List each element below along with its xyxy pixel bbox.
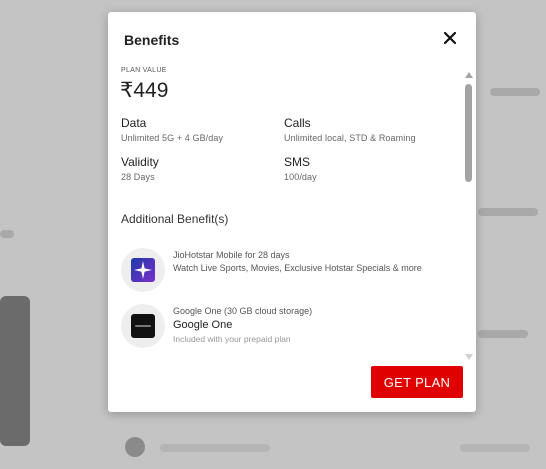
- benefit-name: Google One: [173, 319, 233, 331]
- scrollbar-thumb[interactable]: [465, 84, 472, 182]
- close-icon: [443, 31, 457, 45]
- spec-calls: Calls Unlimited local, STD & Roaming: [284, 116, 416, 143]
- google-one-logo-icon: [131, 314, 155, 338]
- plan-value-label: PLAN VALUE: [121, 67, 167, 74]
- benefit-note: Included with your prepaid plan: [173, 334, 291, 344]
- benefits-modal: Benefits PLAN VALUE ₹449 Data Unlimited …: [108, 12, 476, 412]
- spec-title: SMS: [284, 155, 311, 169]
- bg-placeholder: [125, 437, 145, 457]
- spec-validity: Validity 28 Days: [121, 155, 159, 182]
- spec-sms: SMS 100/day: [284, 155, 317, 182]
- spec-title: Data: [121, 116, 147, 130]
- bg-placeholder: [460, 444, 530, 452]
- bg-placeholder: [160, 444, 270, 452]
- benefit-line: Google One (30 GB cloud storage): [173, 306, 313, 316]
- spec-value: Unlimited local, STD & Roaming: [284, 133, 416, 143]
- additional-benefits-title: Additional Benefit(s): [121, 212, 229, 226]
- bg-placeholder: [490, 88, 540, 96]
- bg-placeholder: [478, 208, 538, 216]
- benefits-scroll-area[interactable]: PLAN VALUE ₹449 Data Unlimited 5G + 4 GB…: [108, 64, 460, 360]
- spec-title: Calls: [284, 116, 311, 130]
- scrollbar[interactable]: [464, 70, 474, 360]
- close-button[interactable]: [440, 28, 460, 48]
- scroll-up-arrow-icon[interactable]: [465, 72, 473, 78]
- bg-placeholder: [478, 330, 528, 338]
- benefit-description: Watch Live Sports, Movies, Exclusive Hot…: [173, 263, 422, 273]
- benefit-icon-wrapper: [121, 304, 165, 348]
- spec-data: Data Unlimited 5G + 4 GB/day: [121, 116, 223, 143]
- scroll-down-arrow-icon[interactable]: [465, 354, 473, 360]
- plan-price: ₹449: [120, 79, 169, 102]
- benefit-text: Google One (30 GB cloud storage) Google …: [173, 306, 312, 344]
- benefit-text: JioHotstar Mobile for 28 days Watch Live…: [173, 250, 422, 273]
- spec-title: Validity: [121, 155, 159, 169]
- benefit-item-google-one: Google One (30 GB cloud storage) Google …: [121, 304, 460, 348]
- benefit-item-jiohotstar: JioHotstar Mobile for 28 days Watch Live…: [121, 248, 460, 292]
- benefit-line: JioHotstar Mobile for 28 days: [173, 250, 290, 260]
- spec-value: 100/day: [284, 172, 317, 182]
- bg-image: [0, 296, 30, 446]
- get-plan-button[interactable]: GET PLAN: [371, 366, 463, 398]
- spec-value: Unlimited 5G + 4 GB/day: [121, 133, 224, 143]
- spec-value: 28 Days: [121, 172, 155, 182]
- benefit-icon-wrapper: [121, 248, 165, 292]
- jiohotstar-logo-icon: [131, 258, 155, 282]
- modal-title: Benefits: [124, 32, 180, 48]
- bg-placeholder: [0, 230, 14, 238]
